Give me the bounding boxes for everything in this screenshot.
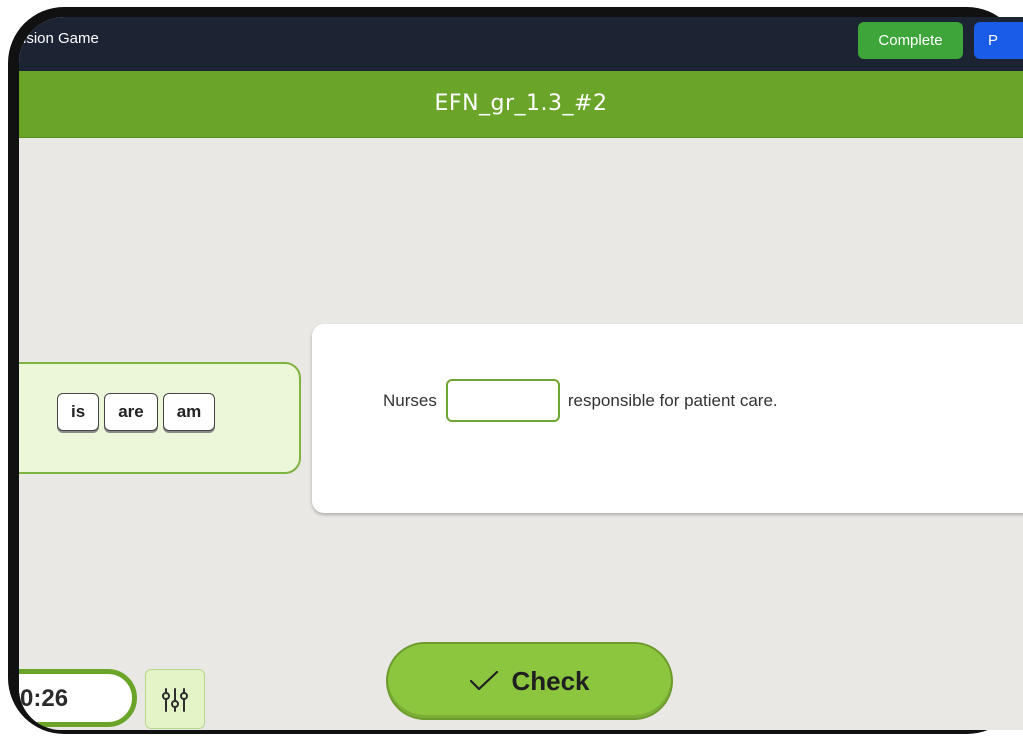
word-bank: is are am [19,362,301,474]
settings-button[interactable] [145,669,205,729]
app-screen: ision Game Complete P EFN_gr_1.3_#2 is a… [19,17,1023,730]
timer-value: 0:26 [20,685,69,712]
preview-button[interactable]: P [974,22,1023,59]
sentence-start: Nurses [383,390,437,410]
app-title: ision Game [23,30,99,47]
word-chip-is[interactable]: is [57,393,100,431]
answer-blank[interactable] [445,379,560,422]
check-button[interactable]: Check [386,642,673,720]
timer: 0:26 [19,669,137,727]
check-button-content: Check [388,666,671,696]
word-chip-are[interactable]: are [104,393,158,431]
sliders-icon [162,688,188,712]
question-card: Nurses responsible for patient care. [312,324,1023,513]
exercise-title: EFN_gr_1.3_#2 [434,91,608,116]
top-bar: ision Game Complete P [19,17,1023,71]
check-label: Check [511,666,590,696]
complete-button[interactable]: Complete [858,22,963,59]
checkmark-icon [470,670,499,691]
exercise-header: EFN_gr_1.3_#2 [19,71,1023,138]
sentence-end: responsible for patient care. [567,390,778,410]
question-sentence: Nurses responsible for patient care. [383,379,778,422]
device-frame: ision Game Complete P EFN_gr_1.3_#2 is a… [0,0,1023,736]
word-chips: is are am [57,393,216,431]
word-chip-am[interactable]: am [162,393,216,431]
